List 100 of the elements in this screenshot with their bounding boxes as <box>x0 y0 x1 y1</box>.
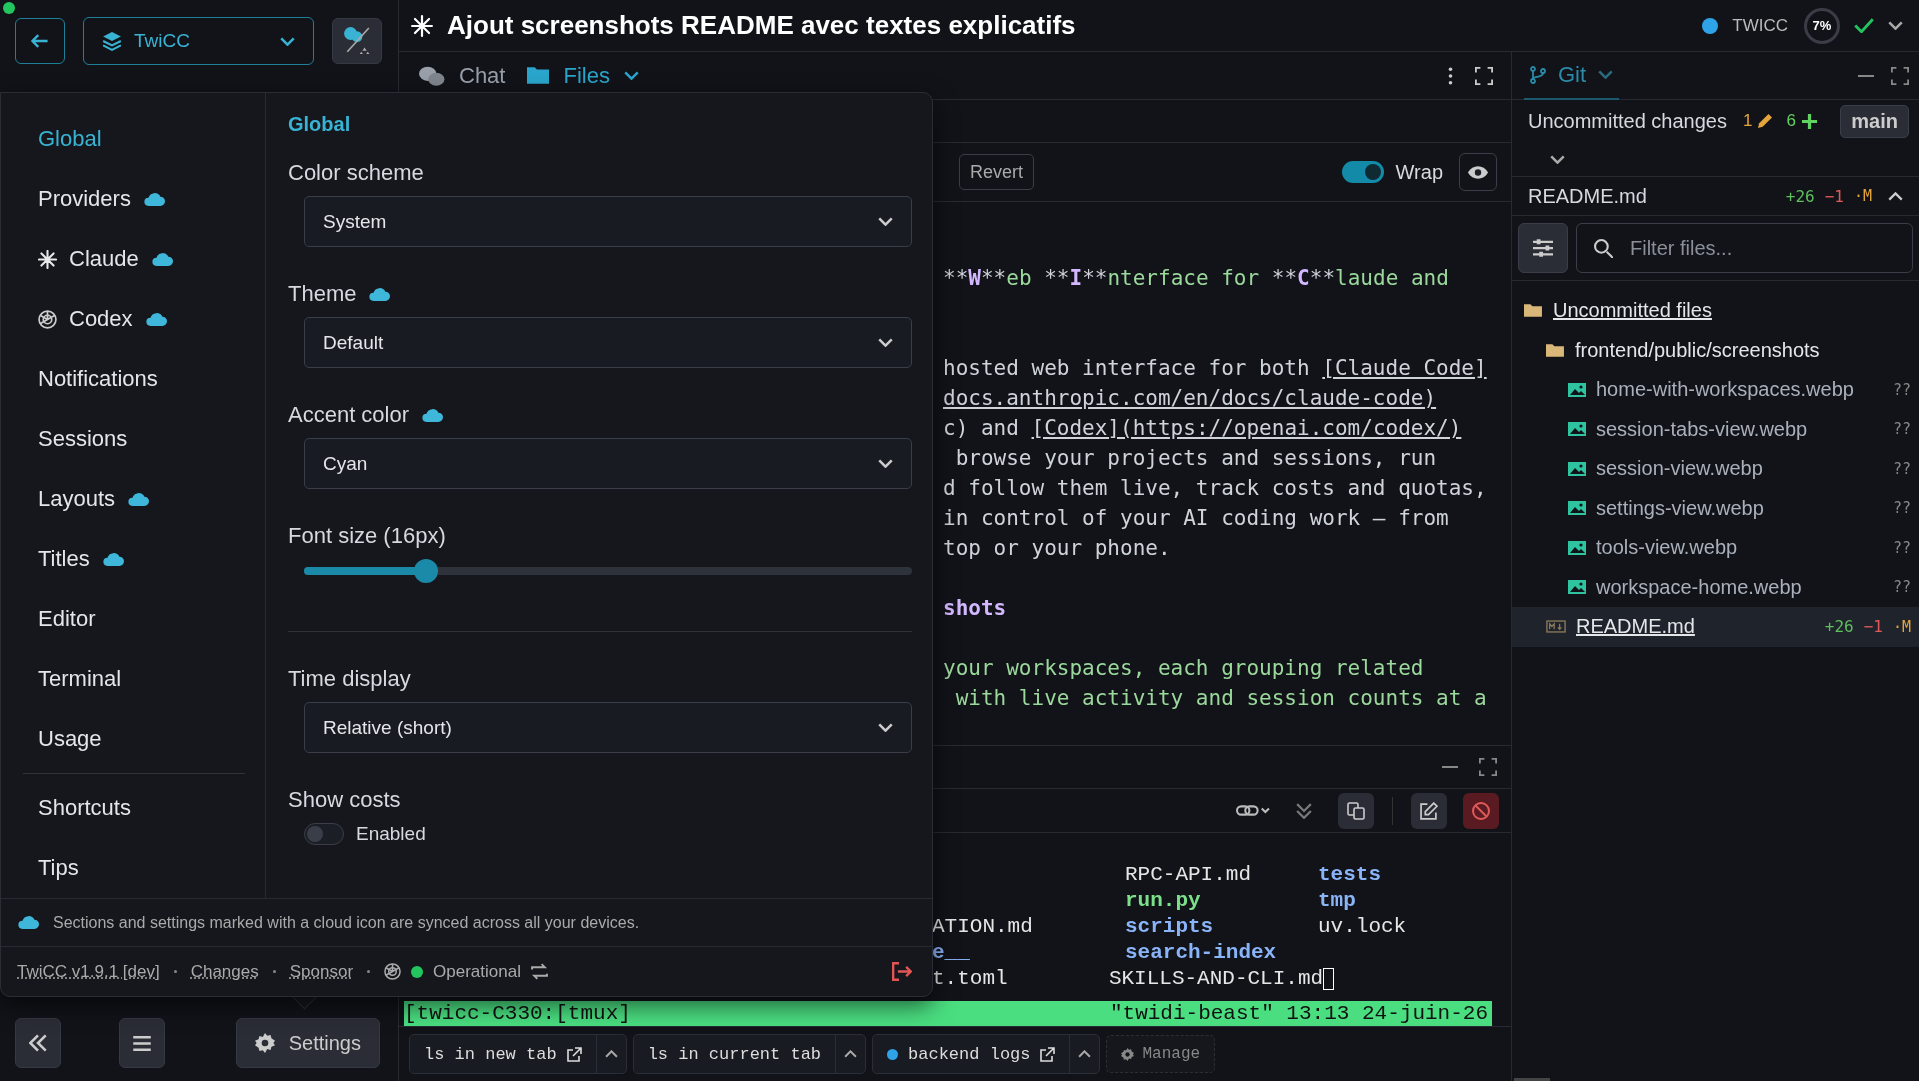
cloud-icon <box>17 916 39 929</box>
tmux-clock: "twidi-beast" 13:13 24-juin-26 <box>1109 1002 1488 1025</box>
settings-nav-item[interactable]: Terminal <box>17 649 245 709</box>
version-link[interactable]: TwiCC v1.9.1 [dev] <box>17 961 160 982</box>
back-button[interactable] <box>15 18 65 64</box>
settings-nav-item[interactable]: Claude <box>17 229 245 289</box>
minimize-icon[interactable] <box>1857 74 1875 77</box>
usage-ring: 7% <box>1804 7 1840 44</box>
code-line: shots <box>943 595 1008 622</box>
settings-nav-item[interactable]: Titles <box>17 529 245 589</box>
slider-thumb[interactable] <box>413 559 438 583</box>
status-dot <box>3 2 15 14</box>
tree-item[interactable]: Uncommitted files <box>1512 291 1919 331</box>
fullscreen-icon[interactable] <box>1475 66 1493 85</box>
collapse-button[interactable] <box>15 1018 61 1068</box>
wrap-toggle[interactable] <box>1341 161 1384 183</box>
settings-nav-item[interactable]: Usage <box>17 709 245 769</box>
deletions-count: −1 <box>1863 617 1883 637</box>
settings-nav-item[interactable]: Sessions <box>17 409 245 469</box>
tree-item[interactable]: session-tabs-view.webp ?? <box>1512 409 1919 449</box>
tree-item[interactable]: README.md +26 −1 ·M <box>1512 607 1919 647</box>
filter-field[interactable]: Filter files... <box>1576 223 1913 273</box>
filter-options-button[interactable] <box>1518 223 1568 273</box>
costs-toggle[interactable] <box>304 823 344 845</box>
tree-item[interactable]: workspace-home.webp ?? <box>1512 567 1919 607</box>
footer-link[interactable]: Changes <box>190 961 259 982</box>
settings-nav-item[interactable]: Tips <box>17 838 245 898</box>
stop-button[interactable] <box>1463 792 1499 829</box>
menu-button[interactable] <box>118 1018 165 1068</box>
preview-button[interactable] <box>1459 153 1497 191</box>
workspace-dot-icon <box>1702 17 1719 34</box>
double-chevron-down-icon[interactable] <box>1296 802 1312 819</box>
additions-count: +26 <box>1785 186 1815 206</box>
setting-select[interactable]: Default <box>304 317 912 368</box>
wrap-label: Wrap <box>1395 160 1443 184</box>
chat-toggle-button[interactable] <box>332 18 382 64</box>
chevron-down-icon <box>1550 154 1565 164</box>
settings-nav-item[interactable]: Global <box>17 109 245 169</box>
tab[interactable]: Files <box>527 62 639 89</box>
edit-button[interactable] <box>1411 792 1447 829</box>
terminal-entry: t.toml <box>932 966 1008 992</box>
tree-item[interactable]: home-with-workspaces.webp ?? <box>1512 370 1919 410</box>
tree-item[interactable]: tools-view.webp ?? <box>1512 528 1919 568</box>
setting-select[interactable]: Cyan <box>304 438 912 489</box>
font-size-slider[interactable] <box>304 559 912 583</box>
tab[interactable]: Chat <box>419 62 506 89</box>
setting-select[interactable]: System <box>304 196 912 247</box>
settings-button[interactable]: Settings <box>235 1018 380 1068</box>
code-line: with live activity and session counts at a <box>954 685 1488 712</box>
knot-icon <box>384 963 402 980</box>
terminal-entry: scripts <box>1125 914 1214 940</box>
markdown-icon <box>1546 620 1566 634</box>
refresh-icon[interactable] <box>530 963 548 980</box>
logout-icon[interactable] <box>892 962 912 981</box>
settings-nav-item[interactable]: Providers <box>17 169 245 229</box>
setting-label: Color scheme <box>288 160 424 186</box>
tree-item[interactable]: frontend/public/screenshots <box>1512 330 1919 370</box>
project-select[interactable]: TwiCC <box>83 17 314 65</box>
check-icon <box>1854 18 1874 33</box>
file-status: ?? <box>1892 380 1911 399</box>
code-line: **W**eb **I**nterface for **C**laude and <box>943 265 1450 292</box>
settings-nav-item[interactable]: Layouts <box>17 469 245 529</box>
image-icon <box>1568 461 1586 476</box>
fullscreen-icon[interactable] <box>1479 758 1497 776</box>
file-status: ·M <box>1853 187 1872 205</box>
workspace-name: TWICC <box>1732 15 1788 36</box>
terminal-entry: tests <box>1318 862 1381 888</box>
terminal-entry: SKILLS-AND-CLI.md <box>1108 966 1324 992</box>
git-tab[interactable]: Git <box>1524 51 1620 100</box>
tree-item[interactable]: session-view.webp ?? <box>1512 449 1919 489</box>
chevron-down-icon <box>878 723 893 732</box>
code-line: docs.anthropic.com/en/docs/claude-code) <box>943 385 1438 412</box>
chevron-up-icon[interactable] <box>1888 191 1903 201</box>
more-icon[interactable] <box>1448 66 1453 85</box>
link-icon[interactable] <box>1236 805 1270 816</box>
file-status: ?? <box>1892 499 1911 518</box>
chevron-up-icon <box>1078 1050 1092 1058</box>
minimize-icon[interactable] <box>1441 766 1459 768</box>
manage-button[interactable]: Manage <box>1106 1035 1216 1073</box>
terminal-entry: tmp <box>1318 888 1356 914</box>
chat-icon <box>419 65 445 86</box>
revert-button[interactable]: Revert <box>959 154 1034 190</box>
code-line: c) and [Codex](https://openai.com/codex/) <box>943 415 1463 442</box>
setting-select[interactable]: Relative (short) <box>304 702 912 753</box>
chevron-down-icon <box>1598 70 1614 79</box>
terminal-entry: RPC-API.md <box>1125 862 1252 888</box>
double-chevron-left-icon <box>28 1034 47 1052</box>
file-status: ?? <box>1892 459 1911 478</box>
copy-button[interactable] <box>1338 792 1374 829</box>
settings-nav-item[interactable]: Shortcuts <box>17 778 245 838</box>
footer-link[interactable]: Sponsor <box>289 961 354 982</box>
tree-item[interactable]: settings-view.webp ?? <box>1512 488 1919 528</box>
terminal-entry: ATION.md <box>932 914 1033 940</box>
chevron-up-icon <box>604 1050 618 1058</box>
settings-nav-item[interactable]: Codex <box>17 289 245 349</box>
code-line: d follow them live, track costs and quotas, <box>943 475 1488 502</box>
settings-nav-item[interactable]: Editor <box>17 589 245 649</box>
fullscreen-icon[interactable] <box>1891 66 1909 85</box>
service-status: Operational <box>433 961 521 982</box>
settings-nav-item[interactable]: Notifications <box>17 349 245 409</box>
